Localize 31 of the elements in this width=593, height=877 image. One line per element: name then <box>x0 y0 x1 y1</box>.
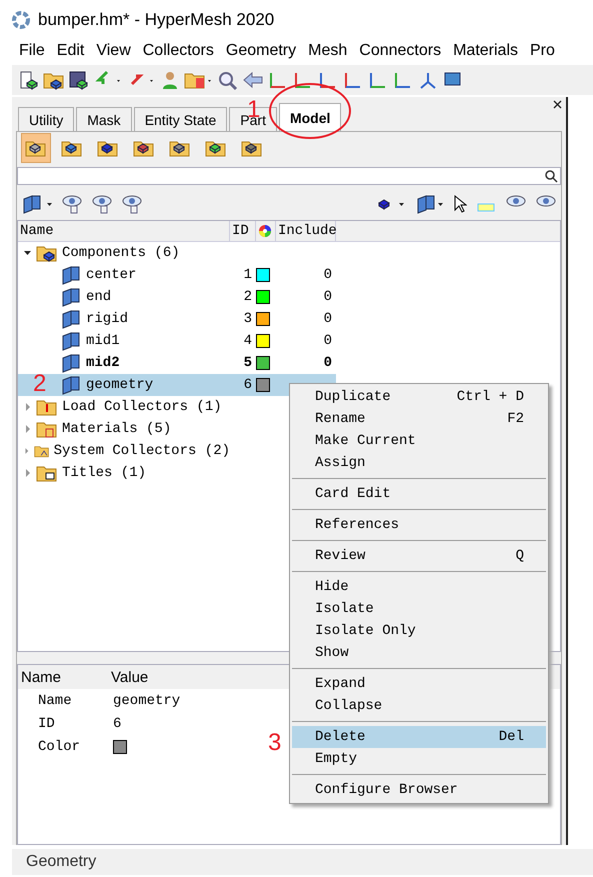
include-cell-text: 0 <box>322 288 333 307</box>
property-value: 6 <box>113 716 122 732</box>
tree-item-label: end <box>86 289 112 305</box>
id-cell-text: 1 <box>242 266 253 285</box>
tree-item-label: Titles (1) <box>62 465 146 481</box>
include-cell-text: 0 <box>322 266 333 285</box>
id-cell: 6 <box>230 374 256 396</box>
tree-item-label: rigid <box>86 311 128 327</box>
tree-item-label: Components (6) <box>62 245 180 261</box>
id-cell-text: 5 <box>242 354 253 373</box>
window-title: bumper.hm* - HyperMesh 2020 <box>38 10 274 30</box>
id-cell-text: 2 <box>242 288 253 307</box>
tree-item-label: System Collectors (2) <box>54 443 230 459</box>
include-cell-text: 0 <box>322 310 333 329</box>
property-value: geometry <box>113 692 180 708</box>
property-name: Color <box>38 738 82 754</box>
include-cell-text: 0 <box>322 354 333 373</box>
tree-item-label: geometry <box>86 377 154 393</box>
property-name: ID <box>38 716 56 732</box>
include-cell-text: 0 <box>322 332 333 351</box>
tree-item-label: Load Collectors (1) <box>62 399 222 415</box>
tree-item-label: Materials (5) <box>62 421 172 437</box>
property-name: Name <box>38 692 73 708</box>
tree-item-label: mid2 <box>86 355 120 371</box>
status-bar: Geometry <box>12 849 593 875</box>
tree-item-label: center <box>86 267 136 283</box>
tree-item-label: mid1 <box>86 333 120 349</box>
annotation-number: 2 <box>33 370 46 398</box>
annotation-number: 3 <box>268 729 282 757</box>
id-cell-text: 3 <box>242 310 253 329</box>
id-cell-text: 4 <box>242 332 253 351</box>
